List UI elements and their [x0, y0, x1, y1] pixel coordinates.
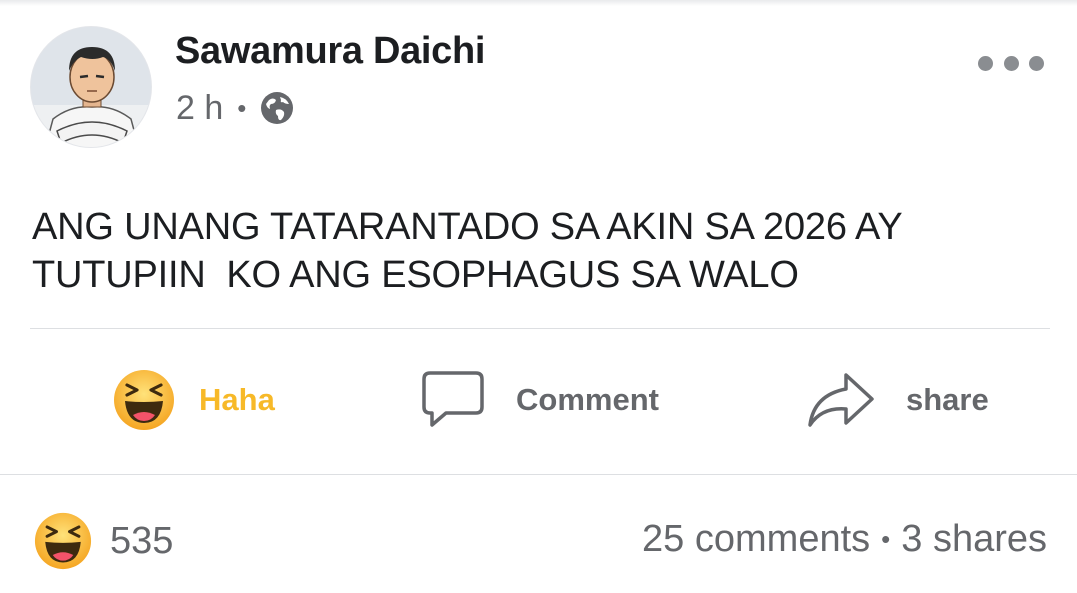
author-name[interactable]: Sawamura Daichi	[175, 30, 486, 73]
top-edge-shadow	[0, 0, 1077, 6]
share-arrow-icon	[808, 373, 874, 427]
shares-count-link[interactable]: 3 shares	[901, 518, 1047, 561]
avatar-image	[31, 27, 151, 147]
haha-reaction-button[interactable]: Haha	[113, 360, 275, 440]
reaction-summary[interactable]: 535	[34, 512, 173, 570]
globe-icon[interactable]	[260, 91, 294, 125]
comments-count-link[interactable]: 25 comments	[642, 518, 870, 561]
avatar[interactable]	[30, 26, 152, 148]
more-dot-icon	[1003, 55, 1019, 71]
divider	[0, 474, 1077, 475]
comment-label: Comment	[516, 382, 659, 417]
post-time[interactable]: 2 h	[176, 89, 223, 128]
action-bar: Haha Comment share	[0, 360, 1077, 440]
meta-separator: •	[237, 93, 247, 123]
engagement-stats: 535 25 comments • 3 shares	[0, 510, 1077, 574]
post-text: ANG UNANG TATARANTADO SA AKIN SA 2026 AY…	[32, 206, 903, 296]
stats-separator: •	[881, 524, 891, 554]
more-dot-icon	[1029, 55, 1044, 71]
more-dot-icon	[978, 55, 993, 71]
haha-emoji-icon	[114, 370, 174, 430]
share-label: share	[906, 382, 989, 417]
comment-bubble-icon	[422, 371, 484, 427]
share-button[interactable]: share	[806, 360, 989, 440]
divider	[30, 328, 1050, 329]
haha-label: Haha	[199, 382, 275, 417]
reaction-count: 535	[110, 519, 174, 562]
comment-button[interactable]: Comment	[420, 360, 659, 440]
haha-emoji-icon	[34, 512, 92, 570]
comments-shares-summary: 25 comments • 3 shares	[642, 518, 1047, 561]
post-meta: 2 h •	[176, 88, 294, 128]
post-header: Sawamura Daichi 2 h •	[30, 26, 1050, 150]
more-options-button[interactable]	[978, 52, 1044, 74]
